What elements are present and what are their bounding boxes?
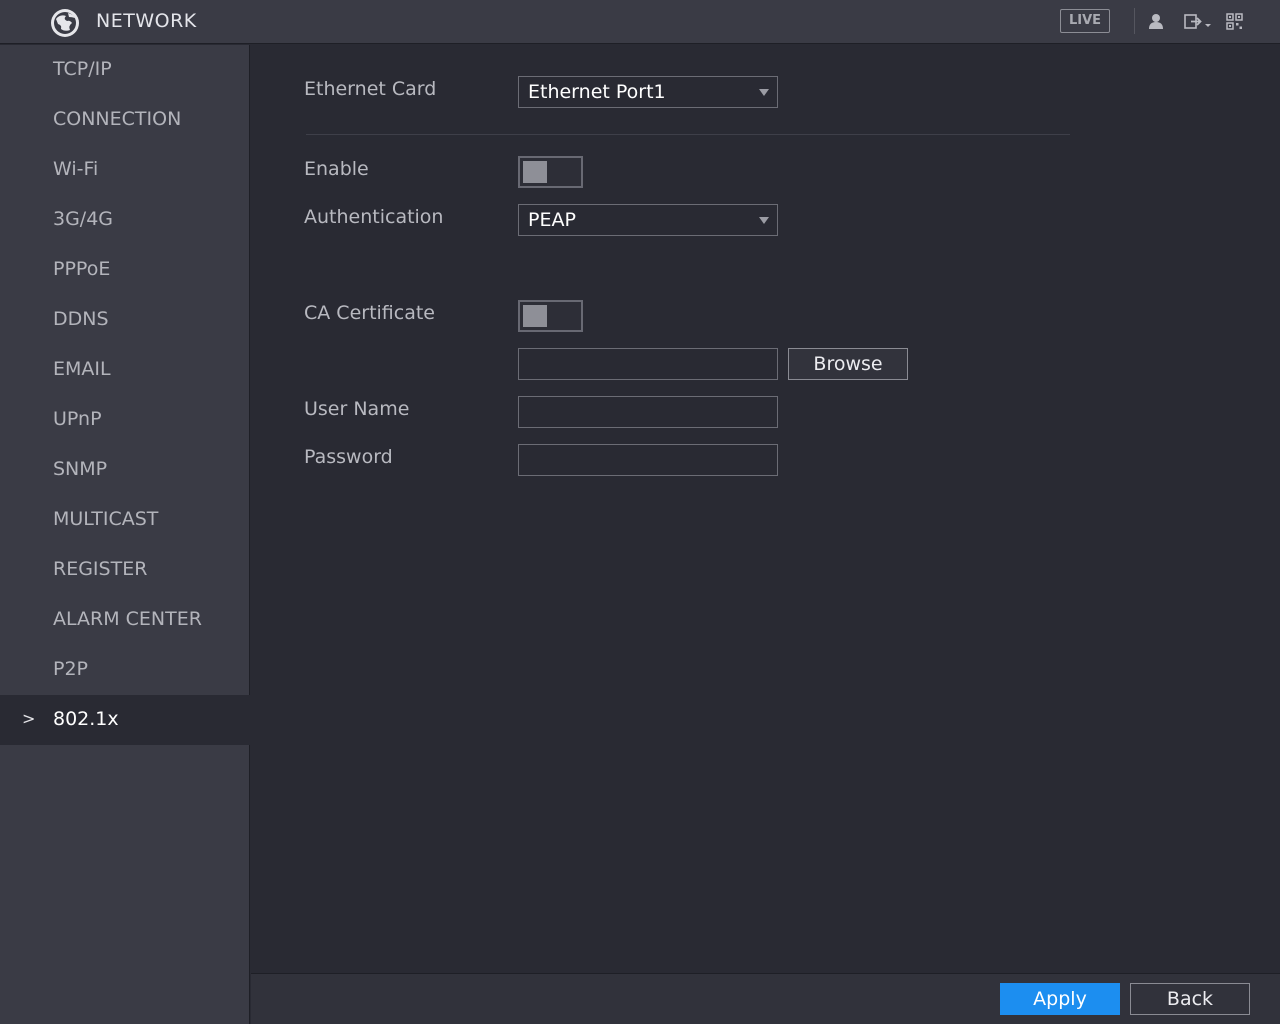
toggle-knob	[523, 161, 547, 183]
ethernet-card-label: Ethernet Card	[304, 78, 437, 100]
toggle-knob	[523, 305, 547, 327]
sidebar-item-tcpip[interactable]: TCP/IP	[0, 45, 250, 95]
sidebar-item-snmp[interactable]: SNMP	[0, 445, 250, 495]
sidebar-item-label: MULTICAST	[53, 508, 159, 530]
chevron-right-icon: >	[22, 709, 36, 728]
sidebar-item-label: PPPoE	[53, 258, 111, 280]
authentication-value: PEAP	[528, 209, 576, 231]
sidebar-item-multicast[interactable]: MULTICAST	[0, 495, 250, 545]
sidebar-item-alarm-center[interactable]: ALARM CENTER	[0, 595, 250, 645]
authentication-select[interactable]: PEAP	[518, 204, 778, 236]
enable-label: Enable	[304, 158, 369, 180]
ethernet-card-select[interactable]: Ethernet Port1	[518, 76, 778, 108]
sidebar-item-upnp[interactable]: UPnP	[0, 395, 250, 445]
sidebar-item-label: EMAIL	[53, 358, 111, 380]
sidebar-item-label: CONNECTION	[53, 108, 182, 130]
sidebar-item-3g4g[interactable]: 3G/4G	[0, 195, 250, 245]
top-bar: NETWORK LIVE	[0, 0, 1280, 44]
sidebar-item-register[interactable]: REGISTER	[0, 545, 250, 595]
ca-certificate-toggle[interactable]	[518, 300, 583, 332]
dropdown-arrow-icon	[759, 89, 769, 96]
ethernet-card-value: Ethernet Port1	[528, 81, 666, 103]
section-divider	[306, 134, 1070, 135]
sidebar-item-label: 802.1x	[53, 708, 119, 730]
password-label: Password	[304, 446, 393, 468]
user-name-field[interactable]	[518, 396, 778, 428]
sidebar-item-label: Wi-Fi	[53, 158, 99, 180]
sidebar-item-label: UPnP	[53, 408, 102, 430]
sidebar: TCP/IP CONNECTION Wi-Fi 3G/4G PPPoE DDNS…	[0, 45, 250, 1024]
user-name-label: User Name	[304, 398, 410, 420]
sidebar-item-label: 3G/4G	[53, 208, 114, 230]
sidebar-item-8021x[interactable]: > 802.1x	[0, 695, 250, 745]
sidebar-item-label: P2P	[53, 658, 89, 680]
sidebar-item-pppoe[interactable]: PPPoE	[0, 245, 250, 295]
user-icon[interactable]	[1147, 12, 1165, 30]
live-button[interactable]: LIVE	[1060, 9, 1110, 33]
sidebar-item-label: ALARM CENTER	[53, 608, 202, 630]
globe-logo-icon	[51, 9, 79, 37]
sidebar-item-label: TCP/IP	[53, 58, 112, 80]
sidebar-item-label: DDNS	[53, 308, 109, 330]
enable-toggle[interactable]	[518, 156, 583, 188]
footer-bar	[251, 974, 1280, 1024]
toolbar-divider	[1134, 8, 1135, 34]
qr-code-icon[interactable]	[1226, 13, 1243, 30]
certificate-path-field[interactable]	[518, 348, 778, 380]
sidebar-item-wifi[interactable]: Wi-Fi	[0, 145, 250, 195]
browse-button[interactable]: Browse	[788, 348, 908, 380]
dropdown-arrow-icon	[759, 217, 769, 224]
ca-certificate-label: CA Certificate	[304, 302, 435, 324]
page-title: NETWORK	[96, 10, 197, 32]
sidebar-item-label: REGISTER	[53, 558, 148, 580]
sidebar-item-email[interactable]: EMAIL	[0, 345, 250, 395]
authentication-label: Authentication	[304, 206, 444, 228]
sidebar-item-label: SNMP	[53, 458, 108, 480]
sidebar-item-ddns[interactable]: DDNS	[0, 295, 250, 345]
apply-button[interactable]: Apply	[1000, 983, 1120, 1015]
back-button[interactable]: Back	[1130, 983, 1250, 1015]
sidebar-item-p2p[interactable]: P2P	[0, 645, 250, 695]
sidebar-item-connection[interactable]: CONNECTION	[0, 95, 250, 145]
password-field[interactable]	[518, 444, 778, 476]
logout-icon[interactable]	[1183, 12, 1215, 32]
